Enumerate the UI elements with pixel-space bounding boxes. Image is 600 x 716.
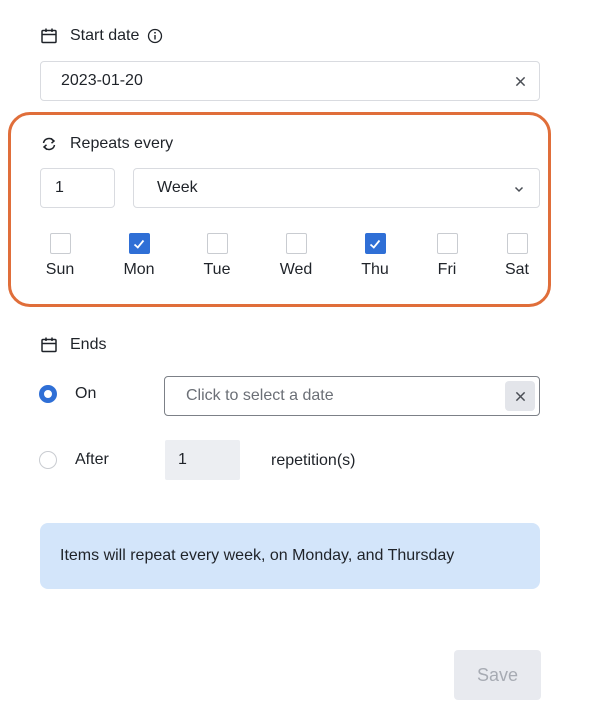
ends-after-option[interactable]: After [39, 451, 109, 469]
start-date-label-row: Start date [40, 27, 163, 45]
day-thu: Thu [345, 233, 405, 279]
day-label-thu: Thu [361, 261, 389, 278]
day-wed: Wed [266, 233, 326, 279]
day-checkbox-thu[interactable] [364, 233, 386, 254]
recurrence-summary: Items will repeat every week, on Monday,… [40, 523, 540, 589]
day-tue: Tue [187, 233, 247, 279]
repetitions-label: repetition(s) [271, 452, 356, 469]
recurrence-form: Start date 2023-01-20 Repeats every 1 We… [0, 0, 600, 716]
day-checkbox-fri[interactable] [436, 233, 458, 254]
repetitions-input[interactable]: 1 [165, 440, 240, 480]
ends-label: Ends [70, 336, 107, 353]
calendar-icon [40, 27, 58, 45]
start-date-input[interactable]: 2023-01-20 [40, 61, 540, 101]
ends-after-label: After [75, 451, 109, 468]
check-icon [369, 239, 381, 249]
repeat-unit-value: Week [157, 179, 198, 196]
day-checkbox-tue[interactable] [206, 233, 228, 254]
day-checkbox-mon[interactable] [128, 233, 150, 254]
ends-on-label: On [75, 385, 97, 402]
day-label-wed: Wed [279, 261, 313, 278]
day-sun: Sun [30, 233, 90, 279]
repeat-interval-value: 1 [55, 179, 64, 196]
day-mon: Mon [109, 233, 169, 279]
ends-after-radio[interactable] [39, 451, 57, 469]
ends-on-option[interactable]: On [39, 385, 96, 403]
check-icon [133, 239, 145, 249]
calendar-icon [40, 336, 58, 354]
close-icon [515, 391, 525, 401]
day-label-sun: Sun [45, 261, 75, 278]
end-date-picker[interactable]: Click to select a date [164, 376, 540, 416]
repetitions-value: 1 [178, 451, 187, 468]
day-fri: Fri [417, 233, 477, 279]
day-checkbox-wed[interactable] [285, 233, 307, 254]
ends-label-row: Ends [40, 336, 106, 354]
ends-on-radio[interactable] [39, 385, 57, 403]
repeat-unit-select[interactable]: Week [133, 168, 540, 208]
day-checkbox-sat[interactable] [506, 233, 528, 254]
start-date-value: 2023-01-20 [61, 72, 143, 89]
save-button[interactable]: Save [454, 650, 541, 700]
day-sat: Sat [487, 233, 547, 279]
info-icon[interactable] [147, 28, 163, 44]
clear-start-date-icon[interactable] [513, 74, 527, 88]
day-label-sat: Sat [504, 261, 529, 278]
repeats-label-row: Repeats every [40, 135, 173, 153]
day-label-fri: Fri [437, 261, 457, 278]
repeats-label: Repeats every [70, 135, 174, 152]
clear-end-date-button[interactable] [505, 381, 535, 411]
summary-text: Items will repeat every week, on Monday,… [60, 547, 455, 564]
repeat-interval-input[interactable]: 1 [40, 168, 115, 208]
day-checkbox-sun[interactable] [49, 233, 71, 254]
repeat-icon [40, 135, 58, 153]
day-label-tue: Tue [203, 261, 231, 278]
start-date-label: Start date [70, 27, 140, 44]
chevron-down-icon [513, 182, 525, 194]
end-date-placeholder: Click to select a date [186, 387, 334, 404]
day-label-mon: Mon [123, 261, 155, 278]
